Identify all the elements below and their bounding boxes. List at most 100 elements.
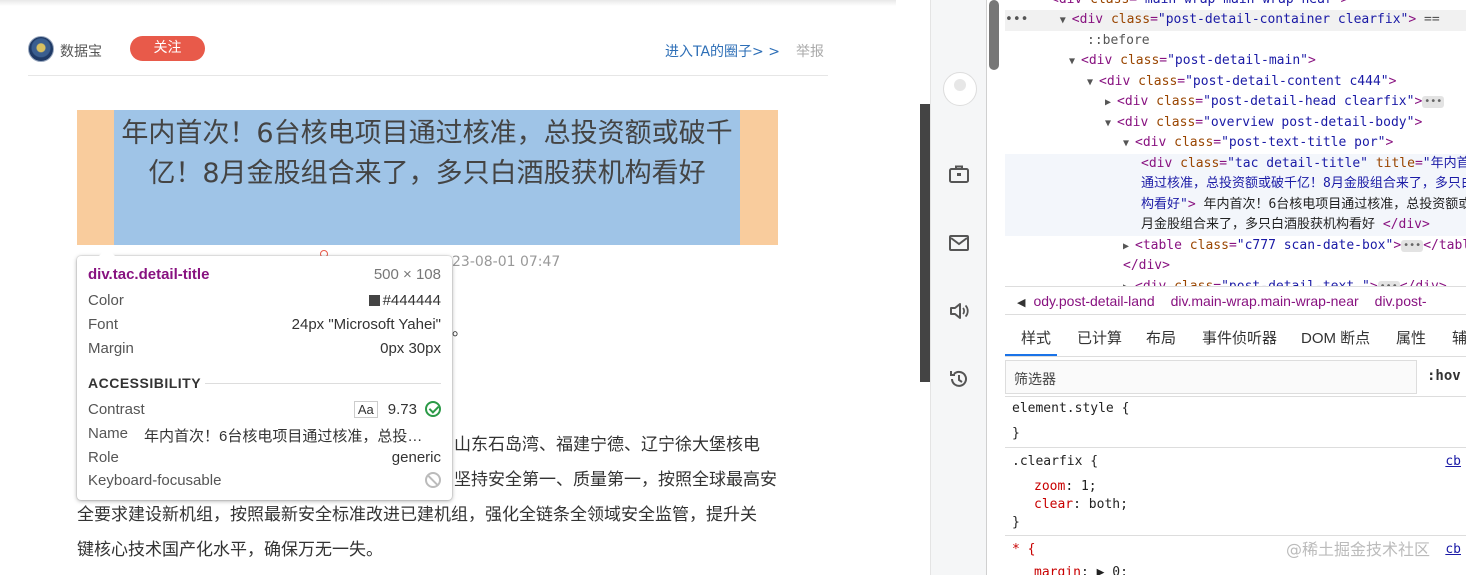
name-label: Name [88,425,129,442]
style-source-link[interactable]: cb [1445,454,1461,469]
body-line: 全要求建设新机组，按照最新安全标准改进已建机组，强化全链条全领域安全监管，提升关 [77,505,757,525]
tooltip-keyboard-row: Keyboard-focusable [88,472,441,494]
active-tab-indicator [1005,354,1057,356]
author-name[interactable]: 数据宝 [60,41,102,61]
elements-tree[interactable]: <div class="main-wrap main-wrap-near"> •… [1005,0,1466,286]
dom-node-hovered[interactable]: <div class="tac detail-title" title="年内首… [1005,153,1466,174]
dom-node[interactable]: ▶<div class="post-detail-text ">•••</div… [1005,277,1466,286]
inspect-tooltip: div.tac.detail-title 500 × 108 Color #44… [77,248,452,500]
contrast-label: Contrast [88,401,145,418]
star-selector[interactable]: * { [1012,542,1035,557]
watermark: @稀土掘金技术社区 [1286,540,1431,559]
tooltip-margin-row: Margin 0px 30px [88,340,441,362]
elements-scrollbar[interactable] [989,0,999,70]
crumb-left-arrow-icon[interactable]: ◀ [1017,297,1025,309]
dom-node[interactable]: </div> [1005,256,1466,277]
css-prop: clear [1034,497,1074,512]
tab-styles[interactable]: 样式 [1021,327,1051,348]
keyboard-value [425,472,441,489]
tab-layout[interactable]: 布局 [1146,327,1176,348]
color-value: #444444 [368,292,441,309]
tooltip-color-row: Color #444444 [88,292,441,314]
not-allowed-icon [425,472,441,488]
dom-node-hovered[interactable]: 通过核准，总投资额或破千亿！8月金股组合来了，多只白酒股获机 [1005,174,1466,195]
tooltip-contrast-row: Contrast Aa 9.73 [88,401,441,423]
tooltip-name-row: Name 年内首次！6台核电项目通过核准，总投… [88,425,441,447]
font-label: Font [88,316,119,333]
dom-node[interactable]: ::before [1005,31,1466,52]
tab-dom-breakpoints[interactable]: DOM 断点 [1301,327,1370,348]
dom-node[interactable]: <div class="main-wrap main-wrap-near"> [1005,0,1466,11]
hov-toggle[interactable]: :hov [1427,368,1461,384]
partial-text: 。 [452,320,469,339]
tooltip-size: 500 × 108 [373,266,441,283]
breadcrumb-item[interactable]: div.post- [1375,293,1427,309]
css-declaration[interactable]: zoom: 1; [1034,479,1097,494]
side-rail [930,0,986,575]
history-icon[interactable] [948,368,970,390]
star-selector-text: * { [1012,542,1036,557]
dom-node-selected[interactable]: ••• ▼ <div class="post-detail-container c… [1005,10,1466,31]
tab-computed[interactable]: 已计算 [1077,327,1122,348]
user-avatar[interactable] [943,72,977,106]
keyboard-label: Keyboard-focusable [88,472,222,489]
follow-button[interactable]: 关注 [130,36,205,61]
dom-node[interactable]: ▶ <div class="post-detail-head clearfix">… [1005,92,1466,113]
element-style-selector[interactable]: element.style { [1012,401,1129,416]
tooltip-font-row: Font 24px "Microsoft Yahei" [88,316,441,338]
dom-node[interactable]: ▼ <div class="post-detail-main"> [1005,51,1466,72]
speaker-icon[interactable] [948,300,970,322]
close-brace: } [1012,426,1020,441]
style-source-link[interactable]: cb [1445,542,1461,557]
article-page: 数据宝 关注 进入TA的圈子> > 举报 年内首次！6台核电项目通过核准，总投资… [0,0,896,575]
tab-event-listeners[interactable]: 事件侦听器 [1202,327,1277,348]
css-val: 1; [1080,479,1097,494]
margin-label: Margin [88,340,134,357]
dom-node[interactable]: ▼ <div class="post-text-title por"> [1005,133,1466,154]
dom-node[interactable]: ▶ <table class="c777 scan-date-box"> ••• </… [1005,236,1466,257]
css-prop: margin [1034,565,1081,575]
enter-circle-link[interactable]: 进入TA的圈子> > [665,41,780,61]
report-link[interactable]: 举报 [796,41,824,61]
color-hex: #444444 [382,292,441,309]
title-highlight-margin: 年内首次！6台核电项目通过核准，总投资额或破千亿！8月金股组合来了，多只白酒股获… [77,110,778,245]
breadcrumb-item[interactable]: div.main-wrap.main-wrap-near [1171,293,1359,309]
css-declaration[interactable]: clear: both; [1034,497,1128,512]
contrast-value: Aa 9.73 [353,401,441,418]
page-scrollbar[interactable] [920,104,930,382]
role-label: Role [88,449,119,466]
color-swatch [368,295,380,306]
css-declaration[interactable]: margin: ▶ 0; [1034,565,1128,575]
filter-bar: 筛选器 :hov [1005,357,1466,397]
dom-node[interactable]: ▼ <div class="overview post-detail-body"> [1005,113,1466,134]
css-val: both; [1088,497,1128,512]
breadcrumb: ◀ ody.post-detail-land div.main-wrap.main-… [1005,286,1466,315]
article-date: 23-08-01 07:47 [452,254,560,270]
font-value: 24px "Microsoft Yahei" [291,316,441,333]
clearfix-selector[interactable]: .clearfix { [1012,454,1098,469]
dom-node-hovered[interactable]: 月金股组合来了，多只白酒股获机构看好 </div> [1005,215,1466,236]
body-line: 键核心技术国产化水平，确保万无一失。 [77,540,383,560]
divider [205,383,441,384]
close-brace: } [1012,515,1020,530]
mail-icon[interactable] [948,232,970,254]
dom-node[interactable]: ▼ <div class="post-detail-content c444"> [1005,72,1466,93]
tooltip-role-row: Role generic [88,449,441,471]
tab-accessibility[interactable]: 辅 [1452,327,1466,348]
role-value: generic [391,449,441,466]
css-prop: zoom [1034,479,1066,494]
name-value: 年内首次！6台核电项目通过核准，总投… [144,428,423,445]
contrast-ratio: 9.73 [387,401,417,418]
divider [1005,447,1466,448]
devtools-panel: <div class="main-wrap main-wrap-near"> •… [986,0,1466,575]
margin-value: 0px 30px [380,340,441,357]
dom-node-hovered[interactable]: 构看好"> 年内首次！6台核电项目通过核准，总投资额或破千亿！8 [1005,194,1466,215]
styles-tabs: 样式 已计算 布局 事件侦听器 DOM 断点 属性 辅 [1005,315,1466,357]
filter-input[interactable]: 筛选器 [1005,360,1417,394]
author-avatar[interactable] [28,36,54,62]
tab-properties[interactable]: 属性 [1396,327,1426,348]
breadcrumb-item[interactable]: ody.post-detail-land [1033,293,1154,309]
briefcase-icon[interactable] [948,163,970,185]
article-date-text: 23-08-01 07:47 [452,254,561,270]
author-bar: 数据宝 关注 进入TA的圈子> > 举报 [28,34,828,76]
